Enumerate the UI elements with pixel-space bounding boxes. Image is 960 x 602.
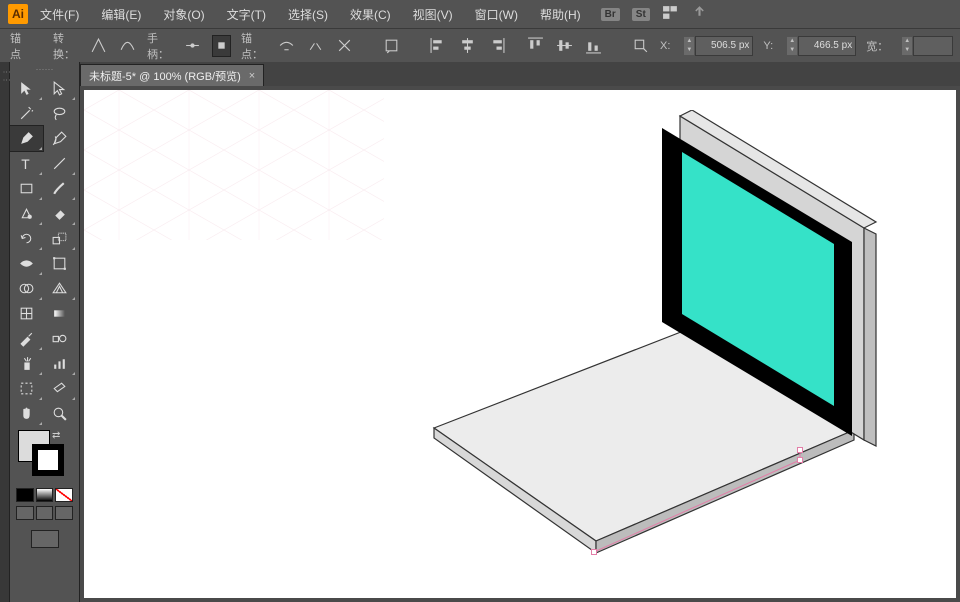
w-label: 宽： bbox=[866, 38, 888, 54]
draw-inside[interactable] bbox=[55, 506, 73, 520]
anchor-handle[interactable] bbox=[591, 549, 597, 555]
color-mode-solid[interactable] bbox=[16, 488, 34, 502]
document-tab-bar: 未标题-5* @ 100% (RGB/预览) × bbox=[80, 62, 960, 86]
anchor-handle[interactable] bbox=[797, 457, 803, 463]
handle-label: 手柄： bbox=[147, 30, 169, 62]
perspective-tool[interactable] bbox=[43, 276, 76, 301]
selection-tool[interactable] bbox=[10, 76, 43, 101]
handle-hide-icon[interactable] bbox=[212, 35, 231, 57]
stock-badge[interactable]: St bbox=[632, 8, 650, 21]
mesh-tool[interactable] bbox=[10, 301, 43, 326]
swap-icon[interactable]: ⇄ bbox=[52, 430, 60, 441]
menu-bar: Ai 文件(F) 编辑(E) 对象(O) 文字(T) 选择(S) 效果(C) 视… bbox=[0, 0, 960, 28]
type-tool[interactable]: T bbox=[10, 151, 43, 176]
y-stepper[interactable]: ▲▼ bbox=[787, 36, 856, 56]
shape-builder-tool[interactable] bbox=[10, 276, 43, 301]
eyedropper-tool[interactable] bbox=[10, 326, 43, 351]
artboard-tool[interactable] bbox=[10, 376, 43, 401]
hand-tool[interactable] bbox=[10, 401, 43, 426]
sync-icon[interactable] bbox=[691, 4, 708, 24]
shaper-tool[interactable] bbox=[10, 201, 43, 226]
align-vcenter-icon[interactable] bbox=[555, 35, 574, 57]
align-bottom-icon[interactable] bbox=[584, 35, 603, 57]
connect-anchor-icon[interactable] bbox=[306, 35, 325, 57]
x-stepper[interactable]: ▲▼ bbox=[684, 36, 753, 56]
color-mode-gradient[interactable] bbox=[36, 488, 54, 502]
convert-corner-icon[interactable] bbox=[89, 35, 108, 57]
draw-normal[interactable] bbox=[16, 506, 34, 520]
y-input[interactable] bbox=[798, 36, 856, 56]
menu-window[interactable]: 窗口(W) bbox=[465, 2, 528, 27]
menu-effect[interactable]: 效果(C) bbox=[340, 2, 401, 27]
app-logo: Ai bbox=[8, 4, 28, 24]
symbol-sprayer-tool[interactable] bbox=[10, 351, 43, 376]
control-bar: 锚点 转换： 手柄： 锚点： X: ▲▼ Y: ▲▼ 宽： ▲▼ bbox=[0, 28, 960, 62]
document-tab[interactable]: 未标题-5* @ 100% (RGB/预览) × bbox=[80, 64, 264, 86]
menu-help[interactable]: 帮助(H) bbox=[530, 2, 591, 27]
eraser-tool[interactable] bbox=[43, 201, 76, 226]
zoom-tool[interactable] bbox=[43, 401, 76, 426]
w-stepper[interactable]: ▲▼ bbox=[902, 36, 953, 56]
menu-edit[interactable]: 编辑(E) bbox=[91, 2, 151, 27]
anchor2-label: 锚点： bbox=[241, 30, 263, 62]
anchor-label: 锚点 bbox=[10, 30, 21, 62]
arrange-icon[interactable] bbox=[662, 4, 679, 24]
gradient-tool[interactable] bbox=[43, 301, 76, 326]
direct-selection-tool[interactable] bbox=[43, 76, 76, 101]
screen-mode[interactable] bbox=[31, 530, 59, 548]
x-input[interactable] bbox=[695, 36, 753, 56]
bridge-badge[interactable]: Br bbox=[601, 8, 620, 21]
menu-type[interactable]: 文字(T) bbox=[217, 2, 276, 27]
magic-wand-tool[interactable] bbox=[10, 101, 43, 126]
align-hcenter-icon[interactable] bbox=[458, 35, 477, 57]
stroke-swatch[interactable] bbox=[32, 444, 64, 476]
doc-title: 未标题-5* @ 100% (RGB/预览) bbox=[89, 68, 241, 84]
anchor-handle[interactable] bbox=[797, 447, 803, 453]
scale-tool[interactable] bbox=[43, 226, 76, 251]
canvas-area: 未标题-5* @ 100% (RGB/预览) × bbox=[80, 62, 960, 602]
pen-tool[interactable] bbox=[10, 126, 43, 151]
slice-tool[interactable] bbox=[43, 376, 76, 401]
line-tool[interactable] bbox=[43, 151, 76, 176]
handle-show-icon[interactable] bbox=[183, 35, 202, 57]
panel-collapse-strip[interactable]: ⋮⋮ bbox=[0, 62, 10, 602]
color-swatches[interactable]: ⇄ bbox=[10, 426, 79, 486]
graph-tool[interactable] bbox=[43, 351, 76, 376]
draw-behind[interactable] bbox=[36, 506, 54, 520]
isometric-grid bbox=[84, 90, 384, 240]
laptop-drawing bbox=[374, 110, 934, 590]
color-mode-none[interactable] bbox=[55, 488, 73, 502]
transform-icon[interactable] bbox=[631, 35, 650, 57]
menu-object[interactable]: 对象(O) bbox=[153, 2, 214, 27]
align-left-icon[interactable] bbox=[429, 35, 448, 57]
svg-text:T: T bbox=[21, 156, 30, 172]
menu-select[interactable]: 选择(S) bbox=[278, 2, 338, 27]
toolbox: ⋯⋯ T bbox=[10, 62, 80, 602]
rectangle-tool[interactable] bbox=[10, 176, 43, 201]
convert-smooth-icon[interactable] bbox=[118, 35, 137, 57]
lasso-tool[interactable] bbox=[43, 101, 76, 126]
y-label: Y: bbox=[763, 40, 773, 52]
free-transform-tool[interactable] bbox=[43, 251, 76, 276]
close-tab-icon[interactable]: × bbox=[249, 70, 255, 82]
align-top-icon[interactable] bbox=[526, 35, 545, 57]
isolate-icon[interactable] bbox=[382, 35, 401, 57]
cut-path-icon[interactable] bbox=[335, 35, 354, 57]
remove-anchor-icon[interactable] bbox=[277, 35, 296, 57]
width-tool[interactable] bbox=[10, 251, 43, 276]
w-input[interactable] bbox=[913, 36, 953, 56]
paintbrush-tool[interactable] bbox=[43, 176, 76, 201]
curvature-tool[interactable] bbox=[43, 126, 76, 151]
menu-view[interactable]: 视图(V) bbox=[403, 2, 463, 27]
blend-tool[interactable] bbox=[43, 326, 76, 351]
x-label: X: bbox=[660, 40, 670, 52]
convert-label: 转换： bbox=[53, 30, 75, 62]
artboard-canvas[interactable] bbox=[84, 90, 956, 598]
menu-file[interactable]: 文件(F) bbox=[30, 2, 89, 27]
rotate-tool[interactable] bbox=[10, 226, 43, 251]
align-right-icon[interactable] bbox=[487, 35, 506, 57]
